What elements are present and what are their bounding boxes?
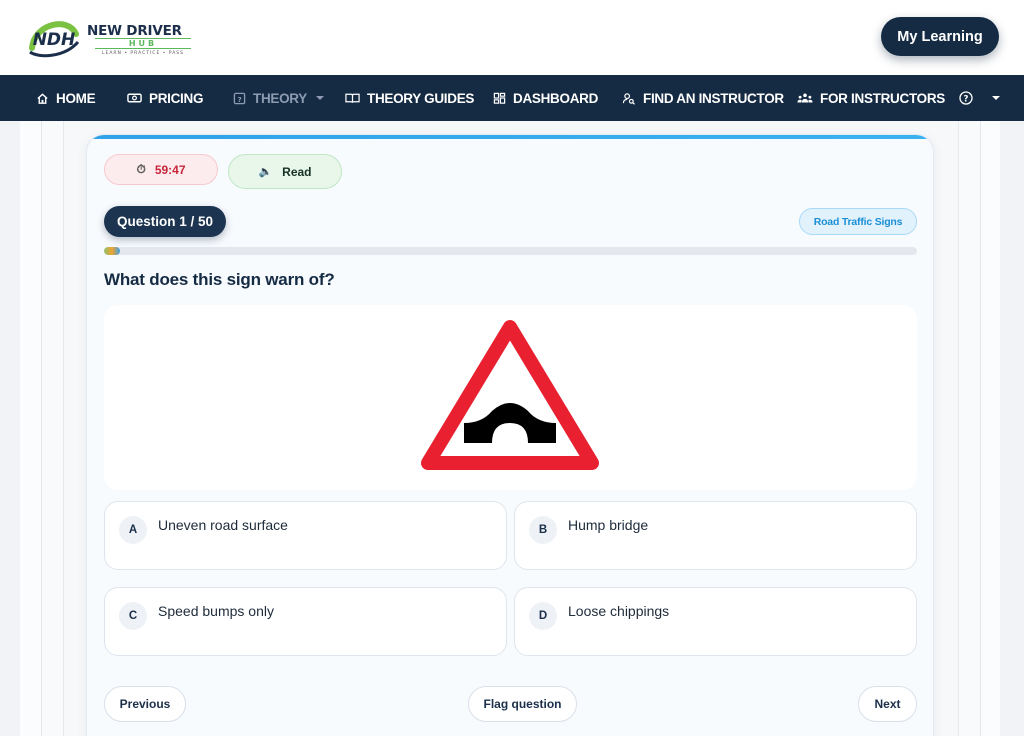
nav-item-pricing[interactable]: PRICING <box>127 75 203 121</box>
answer-option-b[interactable]: B Hump bridge <box>514 501 917 570</box>
nav-label-home: HOME <box>56 90 96 106</box>
page-gutter-left-inner <box>42 121 64 736</box>
book-icon <box>345 93 360 103</box>
group-icon <box>797 93 813 103</box>
svg-text:?: ? <box>237 94 241 103</box>
nav-item-theory[interactable]: ? THEORY <box>233 75 307 121</box>
money-icon <box>127 93 142 103</box>
logo-tagline: LEARN • PRACTICE • PASS <box>101 51 185 56</box>
logo-mark-icon: NDH <box>29 21 80 58</box>
question-counter: Question 1 / 50 <box>104 206 226 237</box>
option-letter: D <box>529 602 557 630</box>
site-header: NDH NEW DRIVER HUB LEARN • PRACTICE • PA… <box>0 0 1024 75</box>
option-letter: B <box>529 516 557 544</box>
help-button[interactable]: ? <box>959 91 973 110</box>
nav-label-pricing: PRICING <box>149 90 204 106</box>
theory-dropdown-caret-icon[interactable] <box>316 96 324 100</box>
nav-item-theory-guides[interactable]: THEORY GUIDES <box>345 75 474 121</box>
nav-label-theory: THEORY <box>253 90 307 106</box>
page-gutter-right <box>980 121 1000 736</box>
card-accent-bar <box>87 135 933 139</box>
my-learning-button[interactable]: My Learning <box>881 17 999 56</box>
read-aloud-button[interactable]: 🔈 Read <box>228 154 342 189</box>
read-aloud-label: Read <box>282 164 312 179</box>
question-image-panel <box>104 305 917 490</box>
user-search-icon <box>622 92 635 105</box>
page-gutter-left <box>20 121 42 736</box>
nav-label-dashboard: DASHBOARD <box>513 90 599 106</box>
option-letter: A <box>119 516 147 544</box>
flag-question-button[interactable]: Flag question <box>468 686 577 722</box>
page-gutter-right-inner <box>958 121 980 736</box>
nav-item-dashboard[interactable]: DASHBOARD <box>493 75 598 121</box>
next-button[interactable]: Next <box>858 686 917 722</box>
help-icon: ? <box>959 91 973 105</box>
option-text: Hump bridge <box>568 517 649 533</box>
option-letter: C <box>119 602 147 630</box>
answer-option-c[interactable]: C Speed bumps only <box>104 587 507 656</box>
timer-badge: ⏱ 59:47 <box>104 154 218 185</box>
nav-item-home[interactable]: HOME <box>36 75 96 121</box>
progress-bar-fill <box>104 247 121 255</box>
nav-item-find-instructor[interactable]: FIND AN INSTRUCTOR <box>622 75 784 121</box>
logo-subtitle: HUB <box>95 38 191 49</box>
answer-option-d[interactable]: D Loose chippings <box>514 587 917 656</box>
option-text: Speed bumps only <box>158 603 274 619</box>
nav-label-for-instructors: FOR INSTRUCTORS <box>820 90 946 106</box>
category-badge: Road Traffic Signs <box>799 208 917 235</box>
nav-label-theory-guides: THEORY GUIDES <box>367 90 475 106</box>
dashboard-icon <box>493 92 506 104</box>
home-icon <box>37 92 48 104</box>
site-logo[interactable]: NDH NEW DRIVER HUB LEARN • PRACTICE • PA… <box>24 12 199 62</box>
previous-button[interactable]: Previous <box>104 686 186 722</box>
quiz-card: ⏱ 59:47 🔈 Read Question 1 / 50 Road Traf… <box>86 134 934 736</box>
hump-bridge-warning-sign-icon <box>421 320 599 470</box>
option-text: Uneven road surface <box>158 517 288 533</box>
nav-label-find-instructor: FIND AN INSTRUCTOR <box>643 90 784 106</box>
logo-title: NEW DRIVER <box>87 23 182 39</box>
theory-icon: ? <box>233 92 246 104</box>
progress-bar <box>104 247 917 255</box>
stopwatch-icon: ⏱ <box>136 162 146 176</box>
nav-item-for-instructors[interactable]: FOR INSTRUCTORS <box>797 75 945 121</box>
main-nav: HOME PRICING ? THEORY THEORY GUIDES DASH… <box>0 75 1024 121</box>
question-text: What does this sign warn of? <box>104 270 335 289</box>
speaker-icon: 🔈 <box>258 166 273 178</box>
timer-value: 59:47 <box>154 162 186 177</box>
logo-mark-text: NDH <box>33 30 76 50</box>
help-dropdown-caret-icon[interactable] <box>992 96 1000 100</box>
svg-text:?: ? <box>964 94 969 104</box>
answer-option-a[interactable]: A Uneven road surface <box>104 501 507 570</box>
option-text: Loose chippings <box>568 603 670 619</box>
